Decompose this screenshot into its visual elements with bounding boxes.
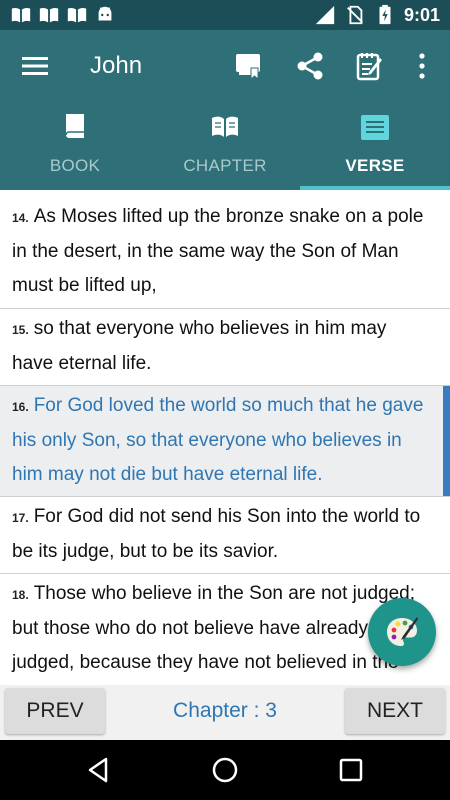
chapter-label: Chapter : 3	[173, 699, 277, 722]
verse-content: so that everyone who believes in him may…	[12, 318, 387, 374]
bookmark-button[interactable]	[231, 48, 267, 84]
tab-bar: BOOK CHAPTER VERSE	[0, 102, 450, 190]
verse-text: 15. so that everyone who believes in him …	[12, 312, 430, 381]
tab-label: BOOK	[49, 156, 101, 175]
system-status: 9:01	[314, 4, 440, 26]
app-bar: John	[0, 30, 450, 102]
share-icon	[297, 52, 323, 80]
home-circle-icon	[212, 757, 238, 783]
notification-icons	[10, 4, 116, 26]
tab-chapter[interactable]: CHAPTER	[150, 102, 300, 190]
tab-book[interactable]: BOOK	[0, 102, 150, 190]
verse-item[interactable]: 15. so that everyone who believes in him …	[0, 309, 450, 386]
android-debug-icon	[98, 6, 112, 21]
more-vert-icon	[419, 53, 425, 79]
book-notification-icon	[11, 7, 31, 23]
book-notification-icon	[39, 7, 59, 23]
book-icon	[65, 114, 84, 138]
prev-button[interactable]: PREV	[5, 688, 105, 734]
book-notification-icon	[67, 7, 87, 23]
verse-number: 16.	[12, 400, 29, 414]
paint-palette-icon	[387, 617, 418, 646]
page-title: John	[90, 52, 143, 79]
tab-label: CHAPTER	[183, 156, 267, 175]
verse-item[interactable]: 14. As Moses lifted up the bronze snake o…	[0, 190, 450, 309]
no-sim-icon	[346, 5, 363, 25]
verse-text: 17. For God did not send his Son into the…	[12, 500, 430, 569]
share-button[interactable]	[292, 48, 328, 84]
verse-number: 17.	[12, 511, 29, 525]
battery-charging-icon	[379, 4, 391, 25]
verse-number: 15.	[12, 323, 29, 337]
next-button[interactable]: NEXT	[345, 688, 445, 734]
menu-button[interactable]	[17, 48, 53, 84]
verse-number: 18.	[12, 588, 29, 602]
verse-content: Those who believe in the Son are not jud…	[12, 583, 416, 673]
notes-button[interactable]	[352, 48, 388, 84]
verse-content: For God loved the world so much that he …	[12, 395, 424, 485]
verse-list-icon	[361, 115, 389, 140]
open-book-icon	[212, 116, 238, 137]
status-bar: 9:01	[0, 0, 450, 30]
system-nav-bar	[0, 740, 450, 800]
verse-item-selected[interactable]: 16. For God loved the world so much that …	[0, 386, 450, 497]
recents-square-icon	[339, 758, 363, 782]
edit-note-icon	[356, 53, 382, 81]
verse-text: 14. As Moses lifted up the bronze snake o…	[12, 200, 430, 303]
hamburger-menu-icon	[22, 57, 48, 75]
bookmark-icon	[236, 54, 260, 81]
verse-number: 14.	[12, 211, 29, 225]
verse-content: As Moses lifted up the bronze snake on a…	[12, 206, 424, 296]
tab-verse[interactable]: VERSE	[300, 102, 450, 190]
status-time: 9:01	[403, 4, 440, 25]
verse-text: 16. For God loved the world so much that …	[12, 389, 430, 492]
signal-icon	[315, 5, 335, 25]
theme-fab-button[interactable]	[368, 598, 436, 666]
back-button[interactable]	[84, 755, 114, 785]
chapter-nav-bar: PREV Chapter : 3 NEXT	[0, 685, 450, 740]
recents-button[interactable]	[336, 755, 366, 785]
overflow-menu-button[interactable]	[404, 48, 440, 84]
verse-content: For God did not send his Son into the wo…	[12, 506, 421, 562]
verse-item[interactable]: 17. For God did not send his Son into the…	[0, 497, 450, 574]
back-triangle-icon	[88, 757, 108, 783]
tab-label: VERSE	[345, 156, 405, 175]
home-button[interactable]	[210, 755, 240, 785]
